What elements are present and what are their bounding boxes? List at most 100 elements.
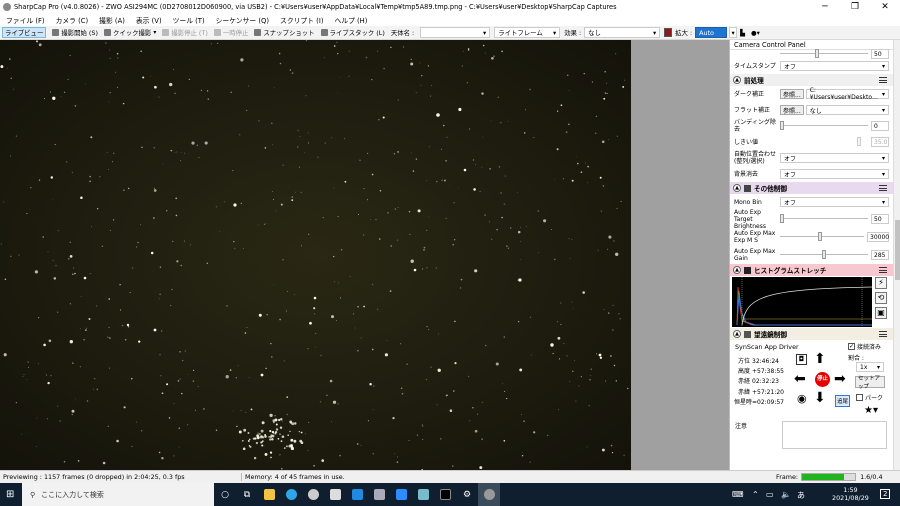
panel-scrollbar[interactable] [893,40,900,470]
color-tools-icon[interactable]: ●▾ [751,29,760,37]
menu-capture[interactable]: 撮影 (A) [99,15,125,25]
telescope-section-header[interactable]: ▲ 望遠鏡制御 [730,328,893,340]
flat-browse-button[interactable]: 参照... [780,105,804,115]
menu-sequencer[interactable]: シーケンサー (Q) [216,15,269,25]
max-gain-slider[interactable] [780,250,868,260]
menu-tools[interactable]: ツール (T) [173,15,205,25]
menu-help[interactable]: ヘルプ (H) [334,15,367,25]
menu-scripting[interactable]: スクリプト (I) [280,15,323,25]
section-menu-icon[interactable] [879,267,887,273]
sharpcap-task-icon[interactable] [434,483,456,506]
live-view-button[interactable]: ライブビュー [2,27,47,38]
keyboard-icon[interactable]: ⌨ [732,490,744,499]
rate-select[interactable]: 1x ▾ [856,362,884,372]
sharpcap-active-icon[interactable] [478,483,500,506]
preprocessing-section-header[interactable]: ▲ 前処理 [730,74,893,86]
other-controls-section-header[interactable]: ▲ その他制御 [730,182,893,194]
stop-slew-button[interactable]: 停止 [815,372,830,387]
menu-camera[interactable]: カメラ (C) [56,15,89,25]
section-menu-icon[interactable] [879,77,887,83]
east-arrow-icon[interactable]: ➡ [834,372,846,386]
menu-view[interactable]: 表示 (V) [136,15,162,25]
notes-textarea[interactable] [782,421,887,449]
color-swatch[interactable] [664,28,673,37]
sticky-app-icon[interactable] [412,483,434,506]
save-stretch-icon[interactable]: ▣ [875,307,887,319]
menu-file[interactable]: ファイル (F) [6,15,45,25]
star [333,187,335,189]
notifications-badge[interactable]: 2 [880,489,891,499]
store-icon[interactable] [324,483,346,506]
dark-browse-button[interactable]: 参照... [780,89,804,99]
clock[interactable]: 1:59 2021/08/29 [832,486,869,502]
threshold-slider[interactable] [780,137,868,147]
max-exposure-slider[interactable] [780,232,864,242]
histogram-section-header[interactable]: ▲ ヒストグラムストレッチ [730,264,893,276]
histogram-plot[interactable] [732,277,872,327]
target-icon[interactable]: ◉ [797,393,807,404]
align-select[interactable]: オフ ▾ [780,153,889,163]
mail-icon[interactable] [346,483,368,506]
volume-icon[interactable]: 🔈 [781,490,791,499]
auto-stretch-icon[interactable]: ⚡ [875,277,887,289]
north-arrow-icon[interactable]: ⬆ [814,352,826,366]
quick-capture-button[interactable]: クイック撮影 ▾ [103,28,156,37]
star [108,101,110,102]
banding-value[interactable]: 0 [871,121,889,131]
minimize-button[interactable]: ─ [810,0,840,14]
chevron-up-icon[interactable]: ⌃ [752,490,759,499]
taskbar-search[interactable]: ⚲ ここに入力して検索 [22,483,214,506]
stop-capture-button[interactable]: 撮影停止 (T) [162,28,208,37]
flat-select[interactable]: なし ▾ [805,105,889,115]
threshold-value[interactable]: 35.0 [871,137,889,147]
partial-slider[interactable] [780,49,868,59]
tracking-button[interactable]: 追尾 [835,395,851,407]
star [354,327,356,329]
ime-icon[interactable]: あ [797,490,805,501]
image-viewer[interactable] [0,40,631,470]
target-brightness-slider[interactable] [780,214,868,224]
zoom-select[interactable]: Auto [695,27,728,38]
pause-button[interactable]: 一時停止 [213,28,248,37]
scrollbar-thumb[interactable] [895,220,900,280]
background-select[interactable]: オフ ▾ [780,169,889,179]
park-checkbox[interactable] [856,394,863,401]
close-button[interactable]: ✕ [870,0,900,14]
task-view-icon[interactable]: ⧉ [236,483,258,506]
cortana-icon[interactable]: ○ [214,483,236,506]
west-arrow-icon[interactable]: ⬅ [794,372,806,386]
live-stack-button[interactable]: ライブスタック (L) [320,28,385,37]
favorite-star-icon[interactable]: ★▾ [864,405,878,416]
effect-select[interactable]: なし ▾ [584,27,661,38]
snapshot-button[interactable]: スナップショット [254,28,315,37]
partial-value[interactable]: 50 [871,49,889,59]
goto-icon[interactable]: ◘ [796,354,807,365]
mono-bin-select[interactable]: オフ ▾ [780,197,889,207]
start-capture-button[interactable]: 撮影開始 (S) [52,28,98,37]
network-icon[interactable]: ▭ [766,490,774,499]
zoom-dropdown-button[interactable]: ▾ [729,27,738,38]
gear-icon[interactable]: ⚙ [456,483,478,506]
setup-button[interactable]: セットアップ [855,376,885,390]
target-name-select[interactable]: ▾ [420,27,491,38]
frame-type-select[interactable]: ライトフレーム ▾ [494,27,561,38]
settings-app-icon[interactable] [368,483,390,506]
file-explorer-icon[interactable] [258,483,280,506]
dark-select[interactable]: C:¥Users¥user¥Deskto… ▾ [805,87,889,101]
max-gain-value[interactable]: 285 [871,250,889,260]
section-menu-icon[interactable] [879,331,887,337]
zoom-app-icon[interactable] [390,483,412,506]
max-exposure-value[interactable]: 30000 [867,232,889,242]
banding-slider[interactable] [780,121,868,131]
timestamp-select[interactable]: オフ ▾ [780,61,889,71]
reset-stretch-icon[interactable]: ⟲ [875,292,887,304]
section-menu-icon[interactable] [879,185,887,191]
windows-start-icon[interactable]: ⊞ [6,489,14,500]
histogram-toggle-icon[interactable]: ▙ [740,29,745,37]
target-brightness-value[interactable]: 50 [871,214,889,224]
camera-app-icon[interactable] [302,483,324,506]
south-arrow-icon[interactable]: ⬇ [814,391,826,405]
edge-icon[interactable] [280,483,302,506]
connected-checkbox[interactable]: ✓ [848,343,855,350]
restore-button[interactable]: ❐ [840,0,870,14]
